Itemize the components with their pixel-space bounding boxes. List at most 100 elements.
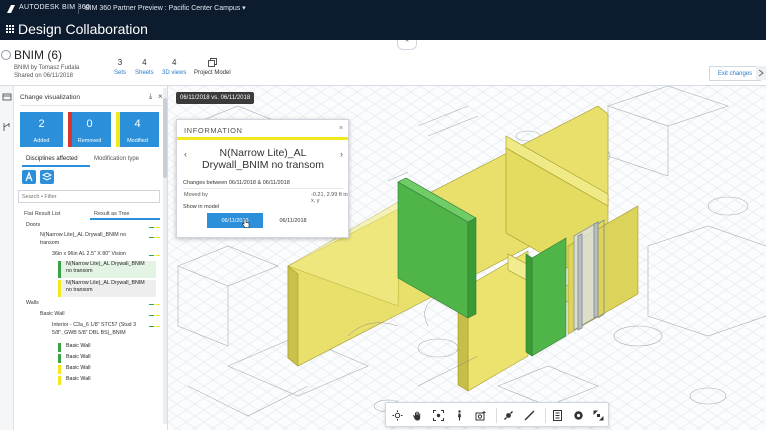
stat-sheets[interactable]: 4 Sheets bbox=[135, 58, 154, 76]
settings-icon[interactable] bbox=[573, 410, 584, 421]
added-marker bbox=[149, 255, 154, 257]
tree-basic-wall[interactable]: Basic Wall bbox=[40, 311, 65, 319]
download-icon[interactable]: ⤓ bbox=[149, 93, 152, 101]
added-marker bbox=[149, 304, 154, 306]
tree-door-family[interactable]: N(Narrow Lite)_AL Drywall_BNIM no bbox=[40, 232, 126, 240]
tab-disciplines-affected[interactable]: Disciplines affected bbox=[26, 156, 78, 162]
toolbar-divider bbox=[545, 408, 546, 423]
project-selector[interactable]: BIM 360 Partner Preview : Pacific Center… bbox=[85, 4, 246, 12]
collapse-header-icon[interactable]: ⌃ bbox=[397, 40, 417, 50]
model-browser-icon[interactable] bbox=[552, 410, 563, 421]
tree-wall-instance-added[interactable]: Basic Wall bbox=[58, 354, 156, 363]
architecture-discipline-button[interactable] bbox=[22, 170, 36, 184]
package-status-icon bbox=[1, 50, 11, 60]
app-switcher-icon[interactable] bbox=[6, 25, 14, 33]
divider bbox=[183, 188, 343, 189]
close-icon[interactable]: × bbox=[339, 125, 343, 132]
scrollbar-thumb[interactable] bbox=[163, 98, 167, 178]
element-name: N(Narrow Lite)_AL Drywall_BNIM no transo… bbox=[202, 147, 324, 171]
show-version-b-button[interactable]: 06/11/2018 bbox=[265, 213, 321, 228]
card-accent bbox=[116, 112, 120, 147]
changes-between-label: Changes between 06/11/2018 & 06/11/2018 bbox=[183, 180, 290, 186]
tree-wall-instance-modified[interactable]: Basic Wall bbox=[58, 365, 156, 374]
toolbar-divider bbox=[496, 408, 497, 423]
chevron-left-icon[interactable]: ‹ bbox=[184, 149, 187, 159]
project-model-label[interactable]: Project Model bbox=[194, 70, 231, 76]
autodesk-logo-icon bbox=[7, 5, 15, 13]
added-marker bbox=[149, 237, 154, 239]
explode-icon[interactable] bbox=[503, 410, 514, 421]
tree-door-instance-modified[interactable]: N(Narrow Lite)_AL Drywall_BNIM no transo… bbox=[58, 280, 156, 297]
comparison-versions-label: 06/11/2018 vs. 06/11/2018 bbox=[176, 92, 255, 104]
modified-indicator-bar bbox=[177, 137, 348, 140]
modified-marker bbox=[155, 255, 160, 257]
brand-name: AUTODESK BIM 360 bbox=[19, 4, 91, 11]
search-input[interactable] bbox=[18, 190, 160, 203]
added-marker bbox=[149, 227, 154, 229]
panel-toggle-icon[interactable] bbox=[756, 66, 766, 80]
package-author: BNIM by Tomasz Fudala bbox=[14, 65, 80, 71]
chevron-right-icon[interactable]: › bbox=[340, 149, 343, 159]
modified-marker bbox=[155, 326, 160, 328]
fit-to-view-icon[interactable] bbox=[433, 410, 444, 421]
tab-result-as-tree[interactable]: Result as Tree bbox=[94, 211, 129, 217]
tree-wall-type-2[interactable]: 5/8", GWB 5/8" DBL BS)_BNIM bbox=[52, 330, 126, 338]
architecture-icon bbox=[25, 171, 33, 182]
panel-title: Change visualization bbox=[20, 94, 80, 101]
card-accent bbox=[20, 112, 24, 147]
orbit-icon[interactable] bbox=[392, 410, 403, 421]
fullscreen-icon[interactable] bbox=[593, 410, 604, 421]
added-card[interactable]: 2 Added bbox=[20, 112, 63, 147]
moved-by-value: -0.21, 2.99 ft in x, y bbox=[311, 192, 348, 204]
layers-icon[interactable] bbox=[2, 92, 12, 102]
tree-door-family-2[interactable]: transom bbox=[40, 240, 59, 248]
module-title: Design Collaboration bbox=[18, 21, 148, 37]
camera-icon[interactable] bbox=[475, 410, 486, 421]
information-popup: INFORMATION × ‹ › N(Narrow Lite)_AL Dryw… bbox=[176, 119, 349, 238]
measure-icon[interactable] bbox=[524, 410, 535, 421]
compare-icon[interactable] bbox=[2, 122, 12, 132]
tree-door-type[interactable]: 36in x 96in AL 2.5" X 80" Vision bbox=[52, 251, 126, 259]
package-shared-date: Shared on 06/11/2018 bbox=[14, 73, 73, 79]
pan-icon[interactable] bbox=[412, 410, 423, 421]
show-in-model-label: Show in model bbox=[183, 204, 220, 210]
active-tab-indicator bbox=[90, 218, 160, 220]
modified-marker bbox=[155, 304, 160, 306]
card-accent bbox=[68, 112, 72, 147]
package-title: BNIM (6) bbox=[14, 48, 62, 62]
moved-by-label: Moved by bbox=[184, 192, 208, 198]
tree-door-instance-added[interactable]: N(Narrow Lite)_AL Drywall_BNIM no transo… bbox=[58, 261, 156, 278]
top-bar: AUTODESK BIM 360 BIM 360 Partner Preview… bbox=[0, 0, 766, 40]
exit-changes-button[interactable]: Exit changes bbox=[709, 66, 761, 81]
modified-marker bbox=[155, 315, 160, 317]
tab-flat-result-list[interactable]: Flat Result List bbox=[24, 211, 60, 217]
added-marker bbox=[149, 315, 154, 317]
tree-doors[interactable]: Doors bbox=[26, 222, 40, 230]
divider bbox=[20, 105, 162, 106]
project-model-icon[interactable] bbox=[208, 58, 217, 67]
tree-walls[interactable]: Walls bbox=[26, 300, 39, 308]
left-rail bbox=[0, 86, 14, 430]
structure-discipline-button[interactable] bbox=[40, 170, 54, 184]
change-visualization-panel: Change visualization ⤓ × 2 Added 0 Remov… bbox=[14, 86, 168, 430]
walk-icon[interactable] bbox=[454, 410, 465, 421]
stat-sets[interactable]: 3 Sets bbox=[114, 58, 126, 76]
modified-marker bbox=[155, 237, 160, 239]
show-version-a-button[interactable]: 06/11/2018 bbox=[207, 213, 263, 228]
stat-3d-views[interactable]: 4 3D views bbox=[162, 58, 186, 76]
tree-wall-instance-modified[interactable]: Basic Wall bbox=[58, 376, 156, 385]
panel-scrollbar[interactable] bbox=[163, 88, 167, 424]
hand-cursor-icon bbox=[242, 219, 250, 228]
tab-modification-type[interactable]: Modification type bbox=[94, 156, 139, 162]
tree-wall-type[interactable]: Interior - C3a_6 1/8" STC57 (Stud 3 bbox=[52, 322, 136, 330]
divider bbox=[78, 3, 79, 14]
close-icon[interactable]: × bbox=[158, 92, 163, 101]
added-marker bbox=[149, 326, 154, 328]
modified-card[interactable]: 4 Modified bbox=[116, 112, 159, 147]
tree-wall-instance-added[interactable]: Basic Wall bbox=[58, 343, 156, 352]
app-root: AUTODESK BIM 360 BIM 360 Partner Preview… bbox=[0, 0, 766, 430]
viewer-toolbar bbox=[385, 402, 609, 427]
removed-card[interactable]: 0 Removed bbox=[68, 112, 111, 147]
popup-heading: INFORMATION bbox=[184, 126, 243, 135]
active-tab-indicator bbox=[22, 165, 90, 167]
